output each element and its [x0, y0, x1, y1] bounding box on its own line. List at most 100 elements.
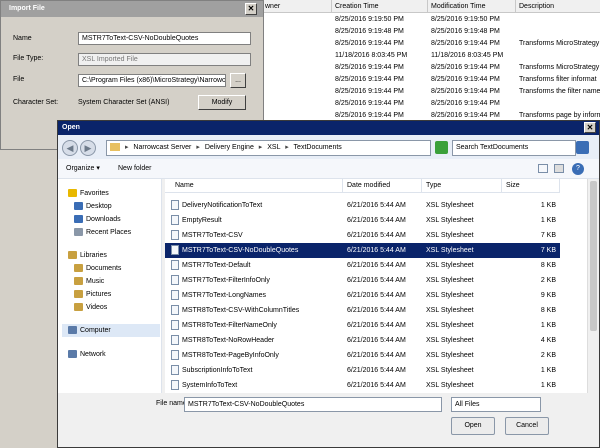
help-icon[interactable]: ?	[572, 163, 584, 175]
nav-item-videos[interactable]: Videos	[74, 301, 107, 314]
nav-item-music[interactable]: Music	[74, 275, 104, 288]
recent-places-icon	[74, 228, 83, 237]
nav-item-label: Libraries	[80, 252, 107, 259]
view-options-icon[interactable]	[538, 164, 548, 173]
preview-pane-icon[interactable]	[554, 164, 564, 173]
xsl-file-icon	[171, 230, 179, 241]
refresh-icon[interactable]	[435, 141, 448, 154]
back-icon[interactable]: ◀	[62, 140, 78, 156]
nav-item-pictures[interactable]: Pictures	[74, 288, 111, 301]
documents-icon	[74, 264, 83, 273]
file-name: MSTR8ToText-PageByInfoOnly	[182, 352, 279, 359]
date-modified-cell: 6/21/2016 5:44 AM	[347, 262, 406, 269]
column-creation-time[interactable]: Creation Time	[332, 0, 428, 13]
breadcrumb-xsl[interactable]: XSL	[267, 144, 280, 151]
type-cell: XSL Stylesheet	[426, 367, 474, 374]
nav-item-favorites[interactable]: Favorites	[68, 187, 109, 200]
file-row[interactable]: MSTR8ToText-NoRowHeader 6/21/2016 5:44 AM…	[165, 333, 560, 348]
open-dialog-titlebar[interactable]: Open ✕	[58, 121, 599, 135]
size-cell: 8 KB	[540, 307, 556, 314]
file-row[interactable]: MSTR7ToText-LongNames 6/21/2016 5:44 AM XS…	[165, 288, 560, 303]
column-size[interactable]: Size	[502, 179, 560, 193]
search-input[interactable]: Search TextDocuments	[452, 140, 576, 156]
file-row[interactable]: MSTR7ToText-CSV-NoDoubleQuotes 6/21/2016 …	[165, 243, 560, 258]
import-dialog-titlebar[interactable]: Import File ✕	[1, 1, 263, 17]
date-modified-cell: 6/21/2016 5:44 AM	[347, 367, 406, 374]
modification-time-cell: 8/25/2016 9:19:44 PM	[431, 40, 500, 47]
scrollbar-thumb[interactable]	[590, 181, 597, 331]
file-row[interactable]: MSTR7ToText-CSV 6/21/2016 5:44 AM XSL Styl…	[165, 228, 560, 243]
column-date-modified[interactable]: Date modified	[343, 179, 422, 193]
size-cell: 1 KB	[540, 382, 556, 389]
file-type-filter[interactable]: All Files	[451, 397, 541, 412]
file-row[interactable]: SubscriptionInfoToText 6/21/2016 5:44 AM X…	[165, 363, 560, 378]
breadcrumb-sep-icon: ▸	[124, 144, 129, 151]
file-path-field[interactable]: C:\Program Files (x86)\MicroStrategy\Nar…	[78, 74, 226, 87]
file-row[interactable]: SystemInfoToText 6/21/2016 5:44 AM XSL Sty…	[165, 378, 560, 393]
character-set-label: Character Set:	[13, 99, 59, 106]
column-type[interactable]: Type	[422, 179, 502, 193]
address-bar[interactable]: ▸ Narrowcast Server ▸ Delivery Engine ▸ …	[106, 140, 431, 156]
column-description[interactable]: Description	[516, 0, 600, 13]
breadcrumb-narrowcast-server[interactable]: Narrowcast Server	[133, 144, 191, 151]
file-row[interactable]: EmptyResult 6/21/2016 5:44 AM XSL Styleshe…	[165, 213, 560, 228]
modify-button[interactable]: Modify	[198, 95, 246, 110]
modification-time-cell: 8/25/2016 9:19:44 PM	[431, 76, 500, 83]
nav-item-libraries[interactable]: Libraries	[68, 249, 107, 262]
name-field[interactable]: MSTR7ToText-CSV-NoDoubleQuotes	[78, 32, 251, 45]
navigation-bar: ◀ ▶ ▸ Narrowcast Server ▸ Delivery Engin…	[58, 135, 599, 159]
browse-button[interactable]: ...	[230, 73, 246, 88]
description-cell: Transforms the filter name	[519, 88, 600, 95]
file-name-input[interactable]: MSTR7ToText-CSV-NoDoubleQuotes	[184, 397, 442, 412]
date-modified-cell: 6/21/2016 5:44 AM	[347, 352, 406, 359]
file-row[interactable]: MSTR8ToText-PageByInfoOnly 6/21/2016 5:44…	[165, 348, 560, 363]
file-name: MSTR8ToText-FilterNameOnly	[182, 322, 277, 329]
nav-item-recent-places[interactable]: Recent Places	[74, 226, 131, 239]
file-name-cell: MSTR7ToText-CSV	[171, 228, 243, 243]
search-icon[interactable]	[576, 141, 589, 154]
date-modified-cell: 6/21/2016 5:44 AM	[347, 217, 406, 224]
network-icon	[68, 350, 77, 359]
close-icon[interactable]: ✕	[245, 3, 257, 15]
forward-icon[interactable]: ▶	[80, 140, 96, 156]
modification-time-cell: 8/25/2016 9:19:44 PM	[431, 64, 500, 71]
file-name-cell: MSTR8ToText-PageByInfoOnly	[171, 348, 279, 363]
cancel-button[interactable]: Cancel	[505, 417, 549, 435]
file-row[interactable]: MSTR7ToText-Default 6/21/2016 5:44 AM XSL …	[165, 258, 560, 273]
creation-time-cell: 11/18/2016 8:03:45 PM	[335, 52, 408, 59]
date-modified-cell: 6/21/2016 5:44 AM	[347, 322, 406, 329]
date-modified-cell: 6/21/2016 5:44 AM	[347, 202, 406, 209]
nav-item-desktop[interactable]: Desktop	[74, 200, 112, 213]
file-name-cell: MSTR7ToText-FilterInfoOnly	[171, 273, 270, 288]
modification-time-cell: 8/25/2016 9:19:44 PM	[431, 100, 500, 107]
new-folder-button[interactable]: New folder	[118, 163, 151, 175]
xsl-file-icon	[171, 260, 179, 271]
organize-button[interactable]: Organize ▾	[66, 163, 100, 175]
file-row[interactable]: MSTR8ToText-FilterNameOnly 6/21/2016 5:44…	[165, 318, 560, 333]
vertical-scrollbar[interactable]	[587, 179, 599, 393]
file-row[interactable]: DeliveryNotificationToText 6/21/2016 5:44…	[165, 198, 560, 213]
libraries-icon	[68, 251, 77, 260]
type-cell: XSL Stylesheet	[426, 337, 474, 344]
breadcrumb-sep-icon: ▸	[196, 144, 200, 151]
type-cell: XSL Stylesheet	[426, 352, 474, 359]
nav-item-label: Music	[86, 278, 105, 285]
file-row[interactable]: MSTR8ToText-CSV-WithColumnTitles 6/21/201…	[165, 303, 560, 318]
close-icon[interactable]: ✕	[584, 122, 596, 133]
xsl-file-icon	[171, 275, 179, 286]
breadcrumb-textdocuments[interactable]: TextDocuments	[294, 144, 342, 151]
open-button[interactable]: Open	[451, 417, 495, 435]
name-label: Name	[13, 35, 32, 42]
column-modification-time[interactable]: Modification Time	[428, 0, 516, 13]
file-name-cell: SubscriptionInfoToText	[171, 363, 252, 378]
file-name-cell: MSTR7ToText-LongNames	[171, 288, 266, 303]
column-name[interactable]: Name	[165, 179, 343, 193]
nav-item-documents[interactable]: Documents	[74, 262, 121, 275]
nav-item-network[interactable]: Network	[68, 348, 106, 361]
type-cell: XSL Stylesheet	[426, 292, 474, 299]
nav-item-downloads[interactable]: Downloads	[74, 213, 121, 226]
nav-item-computer[interactable]: Computer	[62, 324, 160, 337]
breadcrumb-delivery-engine[interactable]: Delivery Engine	[205, 144, 254, 151]
column-owner[interactable]: wner	[262, 0, 332, 13]
file-row[interactable]: MSTR7ToText-FilterInfoOnly 6/21/2016 5:44…	[165, 273, 560, 288]
